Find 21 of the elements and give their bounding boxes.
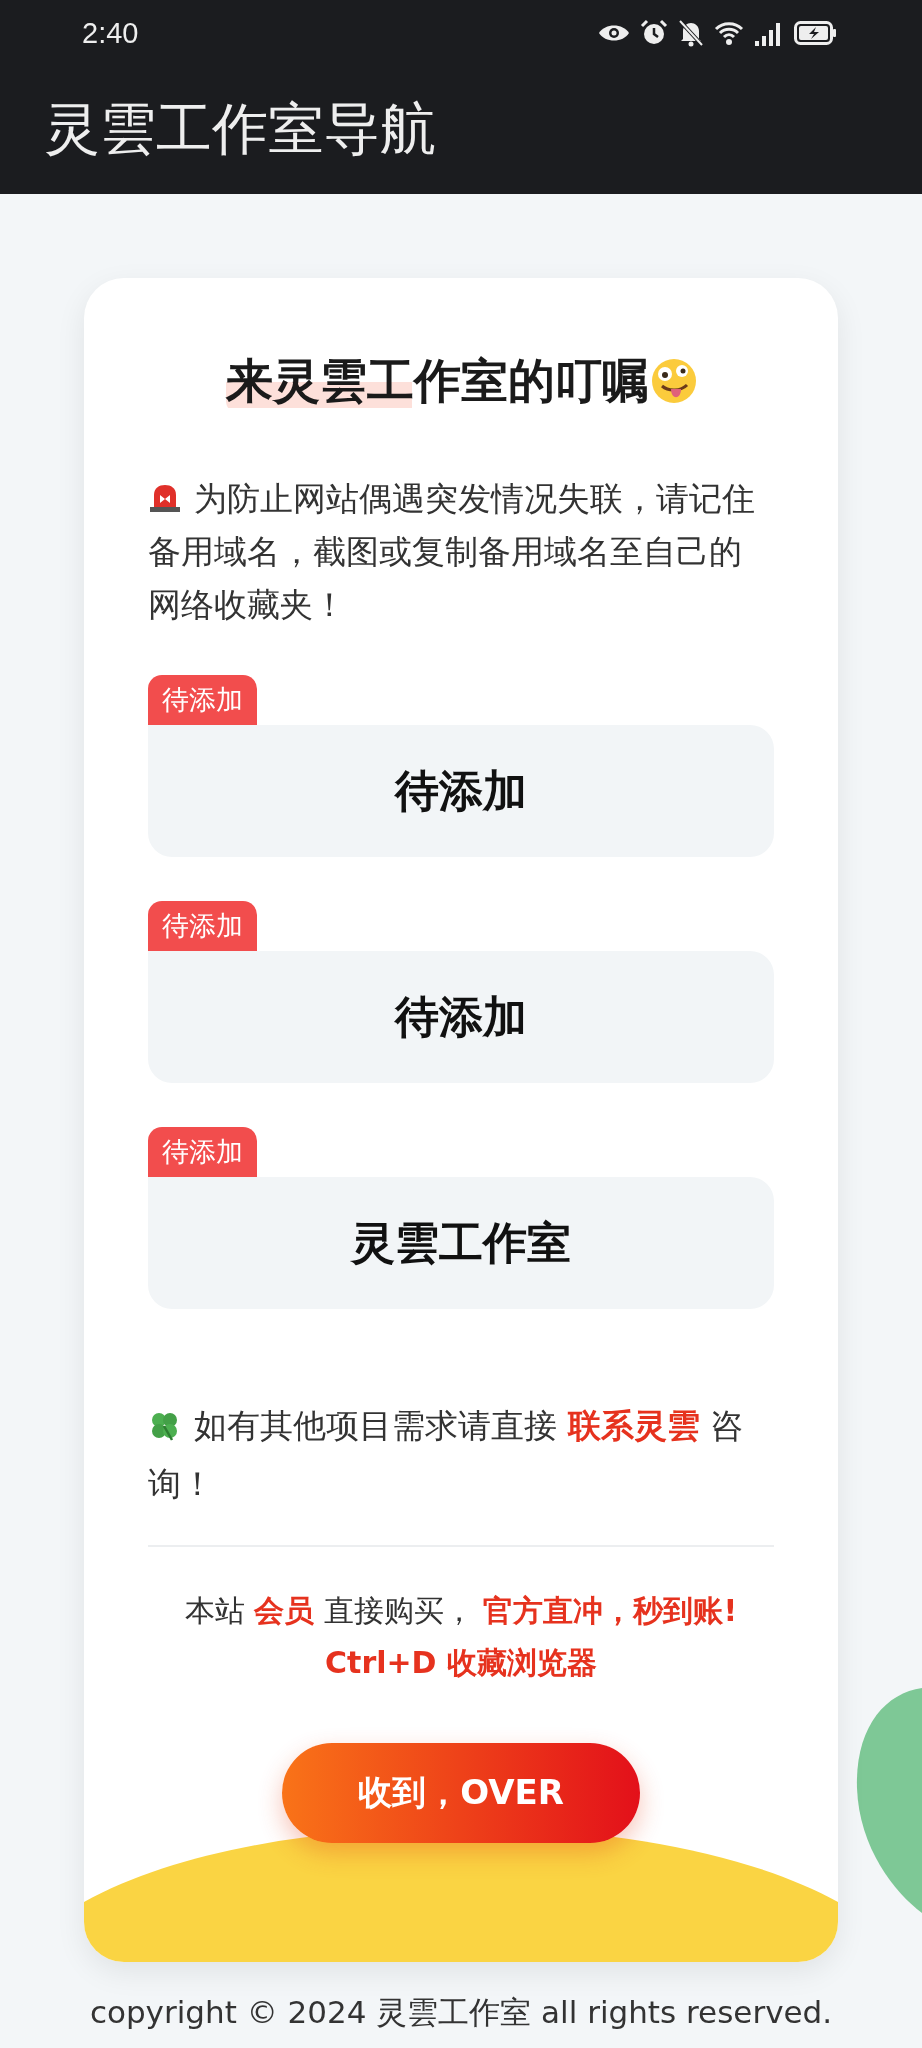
link-button[interactable]: 待添加 bbox=[148, 951, 774, 1083]
link-tag: 待添加 bbox=[148, 675, 257, 725]
wifi-icon bbox=[714, 20, 744, 46]
link-button[interactable]: 灵雲工作室 bbox=[148, 1177, 774, 1309]
confirm-button[interactable]: 收到，OVER bbox=[282, 1743, 640, 1843]
link-tag: 待添加 bbox=[148, 901, 257, 951]
battery-icon bbox=[794, 20, 838, 46]
alarm-icon bbox=[640, 19, 668, 47]
link-tag: 待添加 bbox=[148, 1127, 257, 1177]
copyright-text: copyright © 2024 灵雲工作室 all rights reserved. bbox=[89, 1993, 833, 2032]
contact-link[interactable]: 联系灵雲 bbox=[567, 1406, 700, 1445]
siren-icon bbox=[148, 483, 182, 513]
link-button[interactable]: 待添加 bbox=[148, 725, 774, 857]
shortcut-text: Ctrl+D 收藏浏览器 bbox=[324, 1644, 598, 1682]
promo-text: 本站 会员 直接购买， 官方直冲，秒到账! bbox=[183, 1592, 739, 1630]
muted-bell-icon bbox=[678, 19, 704, 47]
app-title: 灵雲工作室导航 bbox=[44, 95, 436, 163]
status-time: 2:40 bbox=[82, 16, 139, 50]
crazy-face-icon bbox=[650, 358, 697, 404]
notice-message: 为防止网站偶遇突发情况失联，请记住备用域名，截图或复制备用域名至自己的网络收藏夹！ bbox=[148, 478, 756, 626]
contact-text: 如有其他项目需求请直接 联系灵雲 咨询！ bbox=[148, 1405, 744, 1505]
